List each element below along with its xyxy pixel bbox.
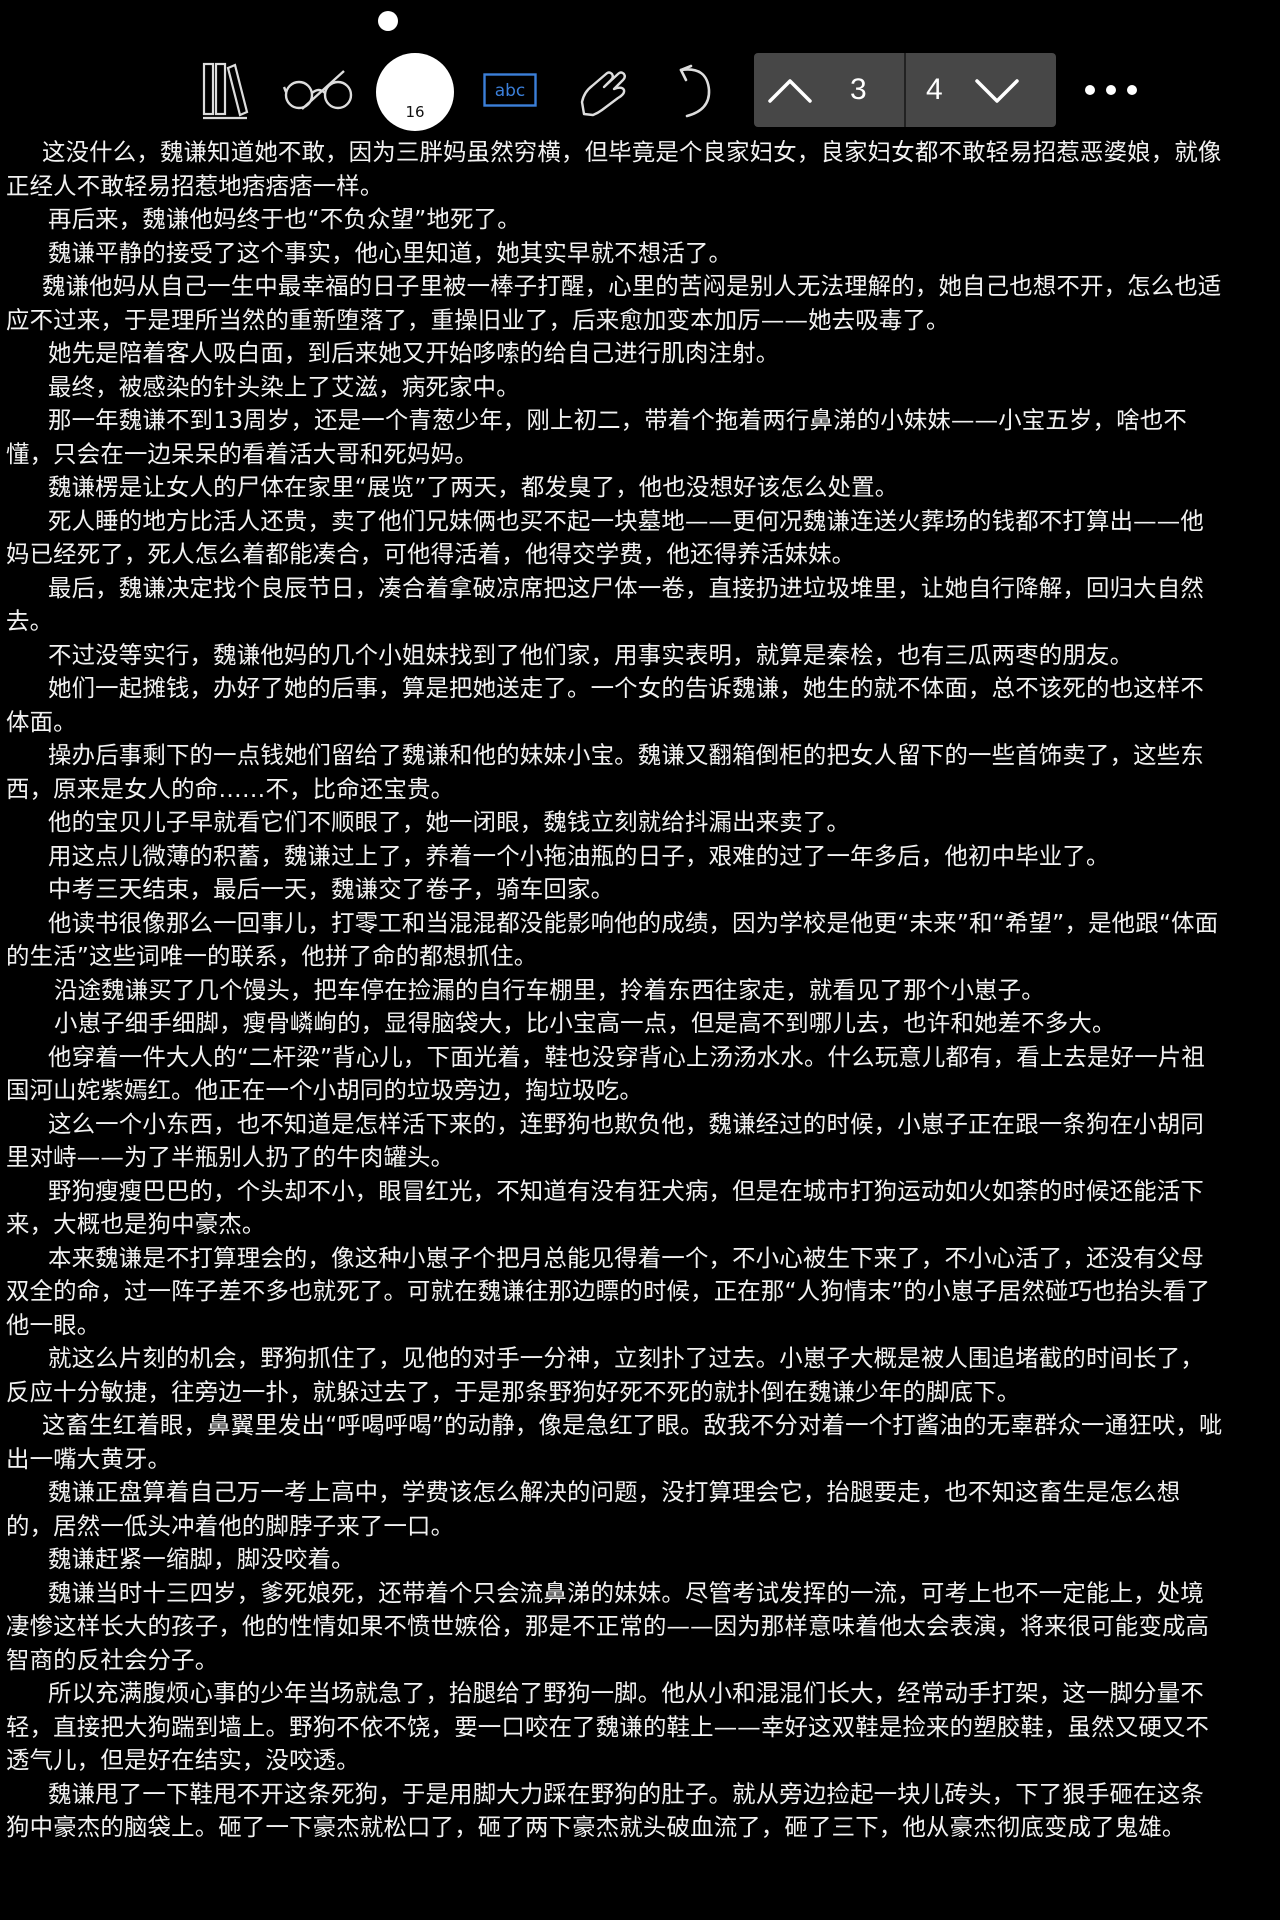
font-size-button[interactable]: 16	[376, 53, 454, 131]
paragraph: 本来魏谦是不打算理会的，像这种小崽子个把月总能见得着一个，不小心被生下来了，不小…	[6, 1243, 1211, 1339]
page-nav-divider	[904, 53, 906, 127]
glasses-icon[interactable]	[282, 50, 358, 130]
more-options-icon[interactable]	[1082, 50, 1140, 130]
paragraph: 不过没等实行，魏谦他妈的几个小姐妹找到了他们家，用事实表明，就算是秦桧，也有三瓜…	[48, 640, 1134, 669]
paragraph: 魏谦赶紧一缩脚，脚没咬着。	[48, 1545, 355, 1573]
paragraph: 死人睡的地方比活人还贵，卖了他们兄妹俩也买不起一块墓地——更何况魏谦连送火葬场的…	[6, 506, 1204, 569]
paragraph: 用这点儿微薄的积蓄，魏谦过上了，养着一个小拖油瓶的日子，艰难的过了一年多后，他初…	[48, 841, 1110, 870]
paragraph: 最后，魏谦决定找个良辰节日，凑合着拿破凉席把这尸体一卷，直接扔进垃圾堆里，让她自…	[6, 573, 1204, 636]
reader-text: 这没什么，魏谦知道她不敢，因为三胖妈虽然穷横，但毕竟是个良家妇女，良家妇女都不敢…	[6, 136, 1224, 1845]
paragraph: 她先是陪着客人吸白面，到后来她又开始哆嗦的给自己进行肌肉注射。	[48, 339, 780, 367]
paragraph: 中考三天结束，最后一天，魏谦交了卷子，骑车回家。	[48, 875, 615, 903]
paragraph: 魏谦正盘算着自己万一考上高中，学费该怎么解决的问题，没打算理会它，抬腿要走，也不…	[6, 1478, 1181, 1540]
paragraph: 就这么片刻的机会，野狗抓住了，见他的对手一分神，立刻扑了过去。小崽子大概是被人围…	[6, 1344, 1204, 1406]
next-page-button[interactable]: 4	[918, 53, 1048, 127]
paragraph: 最终，被感染的针头染上了艾滋，病死家中。	[48, 372, 520, 401]
paragraph: 那一年魏谦不到13周岁，还是一个青葱少年，刚上初二，带着个拖着两行鼻涕的小妹妹—…	[6, 406, 1187, 468]
paragraph: 魏谦当时十三四岁，爹死娘死，还带着个只会流鼻涕的妹妹。尽管考试发挥的一流，可考上…	[6, 1578, 1210, 1674]
paragraph: 他穿着一件大人的“二杆梁”背心儿，下面光着，鞋也没穿背心上汤汤水水。什么玩意儿都…	[6, 1042, 1205, 1105]
paragraph: 这没什么，魏谦知道她不敢，因为三胖妈虽然穷横，但毕竟是个良家妇女，良家妇女都不敢…	[6, 138, 1222, 200]
paragraph: 沿途魏谦买了几个馒头，把车停在捡漏的自行车棚里，拎着东西往家走，就看见了那个小崽…	[54, 975, 1045, 1004]
paragraph: 这么一个小东西，也不知道是怎样活下来的，连野狗也欺负他，魏谦经过的时候，小崽子正…	[6, 1109, 1204, 1172]
font-size-value: 16	[405, 103, 425, 121]
prev-page-number: 3	[850, 73, 867, 106]
paragraph: 魏谦甩了一下鞋甩不开这条死狗，于是用脚大力踩在野狗的肚子。就从旁边捡起一块儿砖头…	[6, 1779, 1204, 1842]
pull-handle[interactable]	[378, 11, 398, 31]
page-navigator: 3 4	[754, 53, 1056, 127]
next-page-number: 4	[926, 73, 943, 106]
reader-toolbar: 16 abc 3 4	[0, 50, 1280, 131]
abc-label: abc	[495, 81, 526, 101]
chevron-down-icon	[974, 79, 1019, 103]
paragraph: 再后来，魏谦他妈终于也“不负众望”地死了。	[48, 205, 521, 233]
paragraph: 魏谦楞是让女人的尸体在家里“展览”了两天，都发臭了，他也没想好该怎么处置。	[48, 473, 899, 501]
paragraph: 他的宝贝儿子早就看它们不顺眼了，她一闭眼，魏钱立刻就给抖漏出来卖了。	[48, 808, 851, 836]
paragraph: 她们一起摊钱，办好了她的后事，算是把她送走了。一个女的告诉魏谦，她生的就不体面，…	[6, 674, 1204, 736]
paragraph: 他读书很像那么一回事儿，打零工和当混混都没能影响他的成绩，因为学校是他更“未来”…	[6, 908, 1219, 971]
prev-page-button[interactable]: 3	[766, 53, 896, 127]
paragraph: 魏谦平静的接受了这个事实，他心里知道，她其实早就不想活了。	[48, 238, 733, 267]
library-icon[interactable]	[200, 50, 250, 130]
brightness-hand-icon[interactable]	[578, 50, 632, 130]
paragraph: 小崽子细手细脚，瘦骨嶙峋的，显得脑袋大，比小宝高一点，但是高不到哪儿去，也许和她…	[54, 1009, 1116, 1037]
chevron-up-icon	[768, 79, 812, 103]
paragraph: 所以充满腹烦心事的少年当场就急了，抬腿给了野狗一脚。他从小和混混们长大，经常动手…	[6, 1679, 1210, 1774]
undo-icon[interactable]	[673, 50, 719, 130]
paragraph: 操办后事剩下的一点钱她们留给了魏谦和他的妹妹小宝。魏谦又翻箱倒柜的把女人留下的一…	[6, 741, 1204, 803]
paragraph: 野狗瘦瘦巴巴的，个头却不小，眼冒红光，不知道有没有狂犬病，但是在城市打狗运动如火…	[6, 1176, 1204, 1239]
paragraph: 这畜生红着眼，鼻翼里发出“呼喝呼喝”的动静，像是急红了眼。敌我不分对着一个打酱油…	[6, 1411, 1223, 1473]
abc-icon[interactable]: abc	[483, 50, 537, 130]
paragraph: 魏谦他妈从自己一生中最幸福的日子里被一棒子打醒，心里的苦闷是别人无法理解的，她自…	[6, 272, 1222, 334]
